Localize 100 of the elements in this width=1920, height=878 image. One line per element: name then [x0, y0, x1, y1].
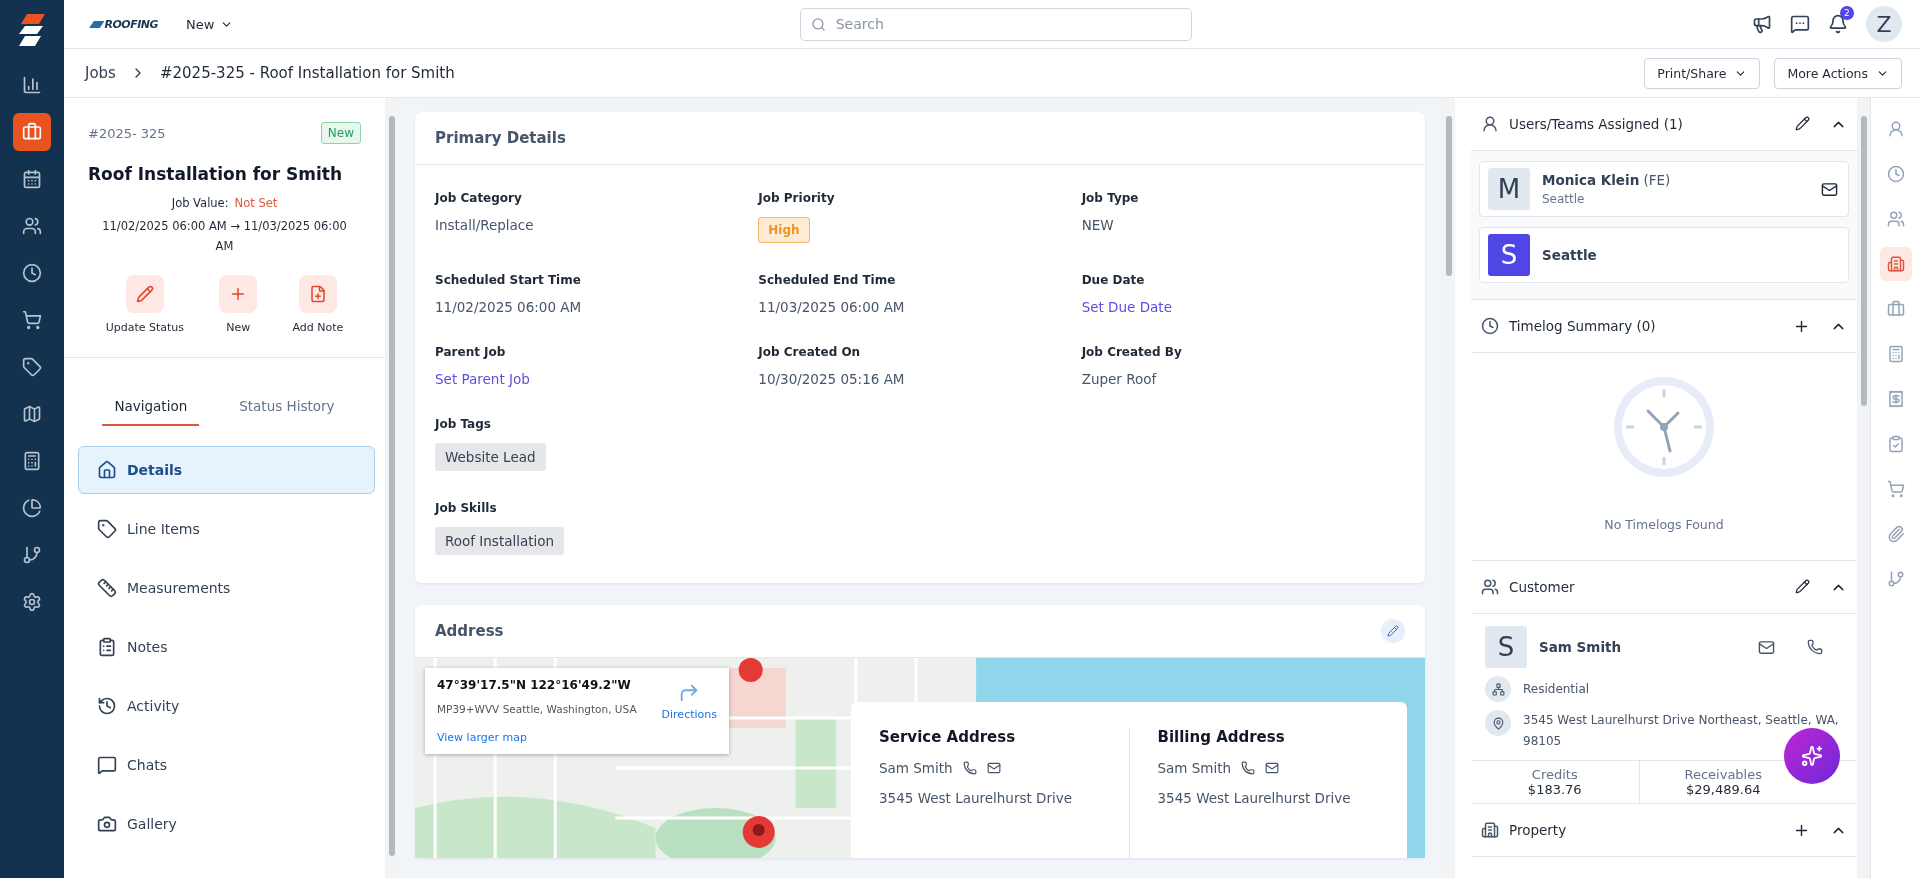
assignee-name: Seattle [1542, 247, 1598, 263]
user-avatar[interactable]: Z [1866, 6, 1902, 42]
nav-item[interactable]: Details [78, 446, 375, 494]
plus-code: MP39+WVV Seattle, Washington, USA [437, 703, 638, 717]
pencil-icon [135, 285, 154, 303]
mail-icon[interactable] [986, 761, 1001, 775]
field-label: Job Created By [1081, 345, 1183, 359]
nav-item[interactable]: Gallery [78, 800, 375, 848]
field-label: Job Category [435, 191, 523, 205]
mail-icon[interactable] [1758, 638, 1775, 656]
job-value-label: Job Value: [171, 196, 229, 210]
field-label: Job Created On [758, 345, 862, 359]
stat-value: $183.76 [1527, 782, 1582, 797]
field-value: 10/30/2025 05:16 AM [758, 371, 906, 387]
nav-item[interactable]: Measurements [78, 564, 375, 612]
nav-item[interactable]: Activity [78, 682, 375, 730]
history-icon [97, 696, 117, 716]
camera-icon [97, 814, 117, 834]
larger-map-link[interactable]: View larger map [437, 731, 652, 744]
ai-assistant-button[interactable] [1784, 728, 1840, 784]
mail-icon[interactable] [1265, 761, 1280, 775]
action-dropdown[interactable]: More Actions [1774, 57, 1902, 89]
panel-tab[interactable]: Navigation [102, 388, 200, 426]
field-link[interactable]: Set Parent Job [435, 371, 759, 387]
customer-type: Residential [1523, 680, 1590, 698]
field-label: Job Priority [758, 191, 836, 205]
job-value: Not Set [234, 196, 278, 210]
megaphone-icon[interactable] [1752, 14, 1772, 34]
field-label: Due Date [1081, 273, 1146, 287]
scrollbar-thumb[interactable] [1445, 116, 1452, 276]
building-icon [1481, 821, 1499, 839]
section-title: Timelog Summary (0) [1509, 318, 1657, 334]
job-dates: 11/02/2025 06:00 AM → 11/03/2025 06:00 AM [101, 218, 348, 255]
search-field[interactable]: Search [799, 7, 1192, 41]
nav-item[interactable]: Notes [78, 623, 375, 671]
panel-tab[interactable]: Status History [227, 388, 347, 426]
customer-name: Sam Smith [1539, 639, 1623, 655]
app-logo-icon [17, 12, 47, 48]
field-label: Scheduled End Time [758, 273, 897, 287]
address-title: Service Address [879, 728, 1017, 746]
clipboard-icon [97, 637, 117, 657]
new-menu[interactable]: New [180, 15, 240, 33]
mail-icon[interactable] [1821, 180, 1838, 198]
pin-icon [1491, 716, 1505, 730]
field-value: Install/Replace [435, 217, 535, 233]
ruler-icon [97, 578, 117, 598]
street-address: 3545 West Laurelhurst Drive [1157, 790, 1352, 806]
assignee-avatar: S [1488, 234, 1530, 276]
edit-button[interactable] [1381, 619, 1405, 643]
clock-icon [1481, 317, 1499, 335]
card-title: Address [435, 622, 504, 640]
side-panel-icon[interactable] [1879, 247, 1912, 281]
assignee-name: Monica Klein (FE) [1542, 172, 1672, 188]
customer-address: 3545 West Laurelhurst Drive Northeast, Seattle, WA, 98105 [1523, 712, 1840, 750]
tag-chip: Roof Installation [435, 527, 565, 555]
chat-icon [97, 755, 117, 775]
tag-chip: Website Lead [435, 443, 546, 471]
field-value: Zuper Roof [1081, 371, 1158, 387]
notification-count: 2 [1840, 6, 1854, 20]
quick-action-button[interactable]: Add Note [286, 274, 350, 335]
chat-icon[interactable] [1790, 14, 1810, 34]
sparkle-icon [1801, 745, 1823, 767]
breadcrumb-link[interactable]: Jobs [85, 64, 116, 82]
edit-icon[interactable] [1795, 115, 1810, 131]
card-title: Primary Details [435, 129, 566, 147]
field-label: Job Skills [435, 501, 498, 515]
field-label: Job Tags [435, 417, 492, 431]
status-badge: New [320, 122, 361, 144]
section-title: Customer [1509, 579, 1576, 595]
action-dropdown[interactable]: Print/Share [1644, 57, 1761, 89]
scrollbar-thumb[interactable] [1860, 116, 1867, 406]
phone-icon[interactable] [1807, 639, 1823, 655]
field-link[interactable]: Set Due Date [1081, 299, 1405, 315]
address-title: Billing Address [1157, 728, 1286, 746]
nav-item[interactable]: Chats [78, 741, 375, 789]
sidebar-nav-icon[interactable] [13, 113, 51, 151]
quick-action-button[interactable]: New [213, 274, 264, 335]
field-value: NEW [1081, 217, 1115, 233]
field-value: 11/03/2025 06:00 AM [758, 299, 906, 315]
page-title: #2025-325 - Roof Installation for Smith [159, 64, 455, 82]
job-title: Roof Installation for Smith [88, 164, 344, 184]
phone-icon[interactable] [962, 761, 977, 775]
contact-name: Sam Smith [1157, 760, 1232, 776]
nav-item[interactable]: Line Items [78, 505, 375, 553]
stat-label: Receivables [1684, 767, 1762, 782]
section-title: Users/Teams Assigned (1) [1509, 116, 1684, 132]
section-title: Property [1509, 822, 1568, 838]
job-number: #2025- 325 [88, 125, 166, 141]
quick-action-button[interactable]: Update Status [99, 274, 190, 335]
notification-icon[interactable] [1828, 14, 1848, 34]
contact-name: Sam Smith [879, 760, 953, 776]
users-icon [1481, 578, 1499, 596]
scrollbar-thumb[interactable] [388, 116, 395, 856]
edit-icon[interactable] [1795, 578, 1810, 594]
assignee-team: Seattle [1542, 192, 1586, 206]
file-plus-icon [308, 285, 327, 303]
stat-label: Credits [1531, 767, 1578, 782]
empty-message: No Timelogs Found [1604, 517, 1724, 532]
phone-icon[interactable] [1241, 761, 1256, 775]
field-value: 11/02/2025 06:00 AM [435, 299, 583, 315]
